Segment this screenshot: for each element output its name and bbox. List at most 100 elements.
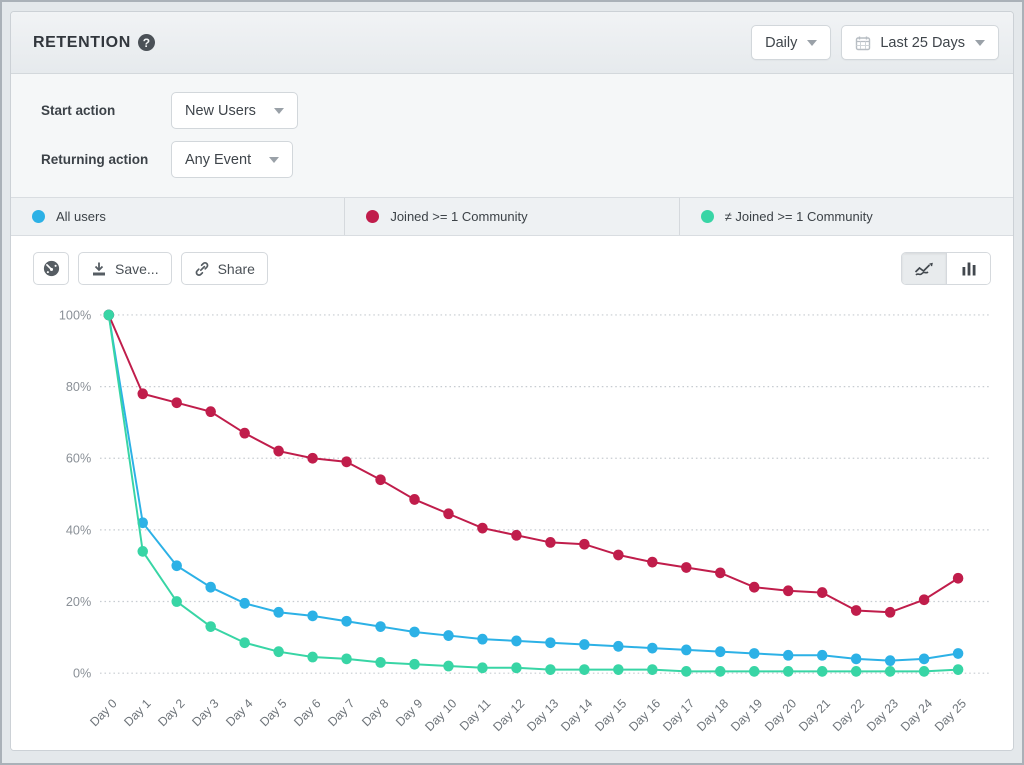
data-point[interactable] <box>375 657 386 668</box>
data-point[interactable] <box>681 562 692 573</box>
data-point[interactable] <box>137 546 148 557</box>
data-point[interactable] <box>171 397 182 408</box>
data-point[interactable] <box>919 594 930 605</box>
data-point[interactable] <box>545 664 556 675</box>
data-point[interactable] <box>545 537 556 548</box>
data-point[interactable] <box>885 655 896 666</box>
data-point[interactable] <box>409 627 420 638</box>
start-action-value: New Users <box>185 103 256 119</box>
series-color-dot <box>366 210 379 223</box>
data-point[interactable] <box>579 639 590 650</box>
data-point[interactable] <box>681 644 692 655</box>
line-chart-toggle-button[interactable] <box>902 253 946 284</box>
data-point[interactable] <box>783 666 794 677</box>
data-point[interactable] <box>171 596 182 607</box>
data-point[interactable] <box>205 582 216 593</box>
x-axis-tick-label: Day 11 <box>457 696 493 733</box>
data-point[interactable] <box>104 310 115 321</box>
legend-item-all-users[interactable]: All users <box>11 198 344 235</box>
data-point[interactable] <box>647 643 658 654</box>
data-point[interactable] <box>273 607 284 618</box>
data-point[interactable] <box>715 646 726 657</box>
data-point[interactable] <box>851 653 862 664</box>
add-to-dashboard-button[interactable] <box>33 252 69 285</box>
data-point[interactable] <box>885 607 896 618</box>
data-point[interactable] <box>137 388 148 399</box>
data-point[interactable] <box>579 664 590 675</box>
data-point[interactable] <box>817 666 828 677</box>
data-point[interactable] <box>647 557 658 568</box>
x-axis-tick-label: Day 16 <box>626 696 663 734</box>
data-point[interactable] <box>953 573 964 584</box>
chart-area: 0%20%40%60%80%100%Day 0Day 1Day 2Day 3Da… <box>25 293 999 750</box>
data-point[interactable] <box>239 598 250 609</box>
data-point[interactable] <box>375 621 386 632</box>
legend-item-joined-community[interactable]: Joined >= 1 Community <box>344 198 678 235</box>
data-point[interactable] <box>171 560 182 571</box>
data-point[interactable] <box>715 666 726 677</box>
data-point[interactable] <box>239 637 250 648</box>
data-point[interactable] <box>919 653 930 664</box>
date-range-dropdown[interactable]: Last 25 Days <box>841 25 999 60</box>
data-point[interactable] <box>817 650 828 661</box>
data-point[interactable] <box>307 610 318 621</box>
data-point[interactable] <box>273 446 284 457</box>
data-point[interactable] <box>341 653 352 664</box>
granularity-dropdown[interactable]: Daily <box>751 25 831 60</box>
data-point[interactable] <box>511 662 522 673</box>
data-point[interactable] <box>409 494 420 505</box>
legend-item-not-joined-community[interactable]: ≠ Joined >= 1 Community <box>679 198 1013 235</box>
data-point[interactable] <box>647 664 658 675</box>
share-button[interactable]: Share <box>181 252 268 285</box>
returning-action-select[interactable]: Any Event <box>171 141 293 178</box>
data-point[interactable] <box>477 523 488 534</box>
data-point[interactable] <box>851 605 862 616</box>
x-axis-tick-label: Day 3 <box>189 696 221 729</box>
granularity-value: Daily <box>765 35 797 51</box>
data-point[interactable] <box>443 661 454 672</box>
start-action-select[interactable]: New Users <box>171 92 298 129</box>
data-point[interactable] <box>341 456 352 467</box>
data-point[interactable] <box>307 453 318 464</box>
data-point[interactable] <box>715 567 726 578</box>
y-axis-tick-label: 80% <box>66 379 91 394</box>
data-point[interactable] <box>919 666 930 677</box>
data-point[interactable] <box>273 646 284 657</box>
bar-chart-toggle-button[interactable] <box>946 253 990 284</box>
data-point[interactable] <box>409 659 420 670</box>
data-point[interactable] <box>885 666 896 677</box>
data-point[interactable] <box>511 530 522 541</box>
save-button[interactable]: Save... <box>78 252 172 285</box>
x-axis-tick-label: Day 22 <box>830 696 867 734</box>
data-point[interactable] <box>783 650 794 661</box>
data-point[interactable] <box>851 666 862 677</box>
data-point[interactable] <box>205 621 216 632</box>
help-icon[interactable]: ? <box>138 34 155 51</box>
data-point[interactable] <box>443 630 454 641</box>
bar-chart-icon <box>961 261 977 277</box>
data-point[interactable] <box>749 648 760 659</box>
data-point[interactable] <box>341 616 352 627</box>
data-point[interactable] <box>205 406 216 417</box>
data-point[interactable] <box>477 662 488 673</box>
legend-label: All users <box>56 209 106 224</box>
y-axis-tick-label: 0% <box>73 666 91 681</box>
data-point[interactable] <box>239 428 250 439</box>
data-point[interactable] <box>613 641 624 652</box>
data-point[interactable] <box>953 648 964 659</box>
data-point[interactable] <box>749 666 760 677</box>
data-point[interactable] <box>511 636 522 647</box>
data-point[interactable] <box>613 664 624 675</box>
data-point[interactable] <box>579 539 590 550</box>
data-point[interactable] <box>545 637 556 648</box>
data-point[interactable] <box>375 474 386 485</box>
data-point[interactable] <box>443 508 454 519</box>
data-point[interactable] <box>817 587 828 598</box>
data-point[interactable] <box>783 585 794 596</box>
data-point[interactable] <box>681 666 692 677</box>
data-point[interactable] <box>477 634 488 645</box>
data-point[interactable] <box>307 652 318 663</box>
data-point[interactable] <box>749 582 760 593</box>
data-point[interactable] <box>613 550 624 561</box>
data-point[interactable] <box>953 664 964 675</box>
